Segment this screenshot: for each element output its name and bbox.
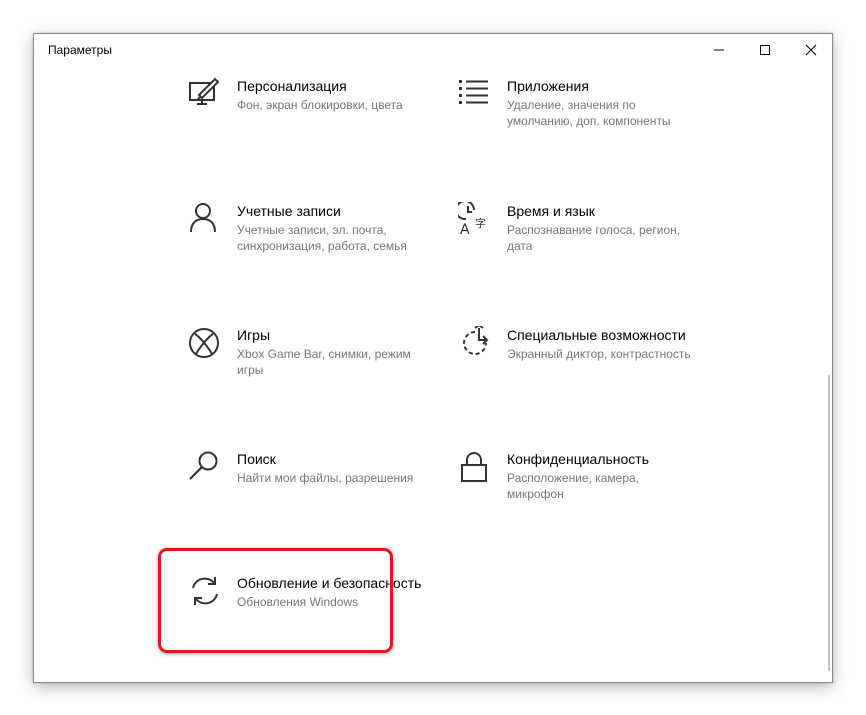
tile-gaming[interactable]: Игры Xbox Game Bar, снимки, режим игры bbox=[188, 326, 428, 416]
apps-icon bbox=[459, 80, 488, 104]
close-button[interactable] bbox=[788, 34, 834, 66]
tile-privacy[interactable]: Конфиденциальность Расположение, камера,… bbox=[458, 450, 698, 540]
tile-ease-of-access[interactable]: Специальные возможности Экранный диктор,… bbox=[458, 326, 698, 416]
time-language-icon: A 字 bbox=[458, 202, 486, 236]
tile-accounts[interactable]: Учетные записи Учетные записи, эл. почта… bbox=[188, 202, 428, 292]
tile-description: Xbox Game Bar, снимки, режим игры bbox=[237, 347, 411, 377]
tile-apps[interactable]: Приложения Удаление, значения по умолчан… bbox=[458, 77, 698, 167]
tile-title: Персонализация bbox=[237, 78, 347, 94]
settings-window: Параметры Персонализация Фон, экран блок… bbox=[33, 33, 833, 683]
tile-title: Приложения bbox=[507, 78, 589, 94]
minimize-button[interactable] bbox=[696, 34, 742, 66]
accounts-icon bbox=[190, 203, 216, 233]
tile-description: Удаление, значения по умолчанию, доп. ко… bbox=[507, 98, 671, 128]
tile-time-language[interactable]: A 字 Время и язык Распознавание голоса, р… bbox=[458, 202, 698, 292]
minimize-icon bbox=[714, 49, 724, 51]
tile-description: Обновления Windows bbox=[237, 595, 359, 609]
tile-description: Распознавание голоса, регион, дата bbox=[507, 223, 681, 253]
tile-description: Фон, экран блокировки, цвета bbox=[237, 98, 403, 112]
tile-search[interactable]: Поиск Найти мои файлы, разрешения bbox=[188, 450, 428, 540]
tile-title: Время и язык bbox=[507, 203, 595, 219]
svg-text:字: 字 bbox=[475, 216, 486, 230]
tile-description: Учетные записи, эл. почта, синхронизация… bbox=[237, 223, 407, 253]
settings-grid: Персонализация Фон, экран блокировки, цв… bbox=[34, 66, 832, 682]
tile-description: Экранный диктор, контрастность bbox=[507, 347, 691, 361]
close-icon bbox=[805, 44, 817, 56]
search-icon bbox=[189, 451, 218, 480]
lock-icon bbox=[461, 452, 487, 482]
tile-title: Обновление и безопасность bbox=[237, 575, 422, 591]
maximize-button[interactable] bbox=[742, 34, 788, 66]
tile-update-security[interactable]: Обновление и безопасность Обновления Win… bbox=[188, 574, 428, 664]
tile-title: Учетные записи bbox=[237, 203, 341, 219]
tile-title: Игры bbox=[237, 327, 271, 343]
tile-title: Конфиденциальность bbox=[507, 451, 650, 467]
tile-description: Найти мои файлы, разрешения bbox=[237, 471, 414, 485]
tile-description: Расположение, камера, микрофон bbox=[507, 471, 640, 501]
maximize-icon bbox=[760, 45, 770, 55]
personalization-icon bbox=[189, 77, 220, 105]
svg-text:A: A bbox=[460, 222, 470, 236]
tile-personalization[interactable]: Персонализация Фон, экран блокировки, цв… bbox=[188, 77, 428, 167]
tile-title: Специальные возможности bbox=[507, 327, 686, 343]
xbox-icon bbox=[189, 328, 219, 358]
ease-of-access-icon bbox=[463, 326, 489, 355]
scrollbar[interactable] bbox=[828, 375, 830, 671]
window-title: Параметры bbox=[48, 43, 112, 57]
update-icon bbox=[192, 577, 218, 605]
tile-title: Поиск bbox=[237, 451, 276, 467]
title-bar[interactable]: Параметры bbox=[34, 34, 832, 66]
